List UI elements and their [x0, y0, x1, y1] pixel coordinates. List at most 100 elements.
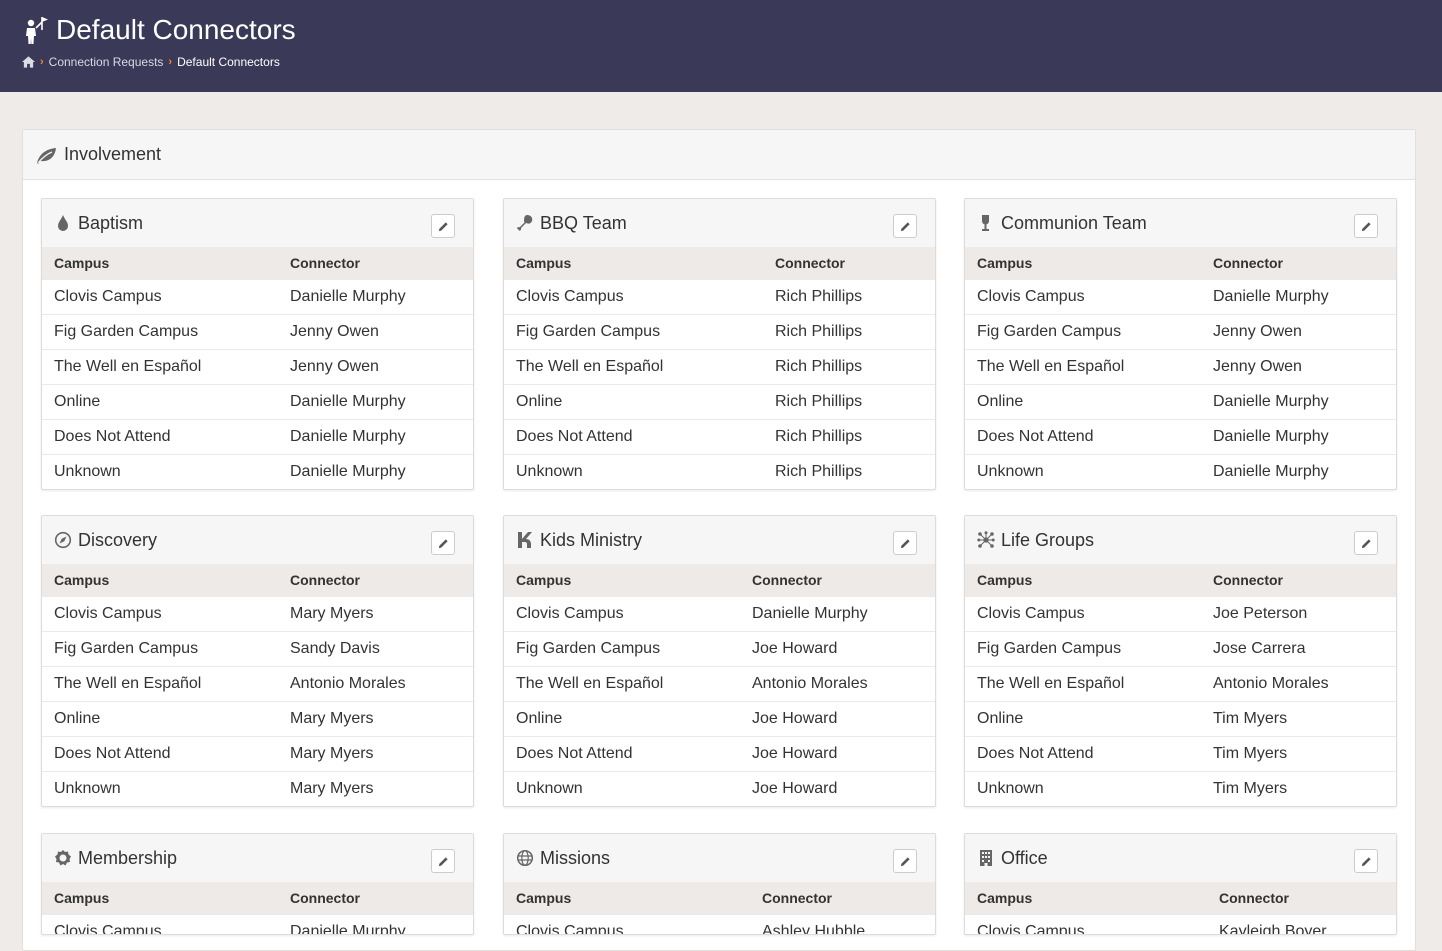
edit-button[interactable]: [1354, 849, 1378, 873]
page-title: Default Connectors: [56, 14, 296, 45]
connector-cell: Tim Myers: [1201, 735, 1396, 771]
connector-cell: Jenny Owen: [278, 348, 473, 384]
chevron-right-icon: ›: [40, 56, 44, 68]
table-row: Online Mary Myers: [42, 700, 473, 736]
connector-cell: Danielle Murphy: [278, 383, 473, 419]
campus-cell: Clovis Campus: [504, 278, 763, 314]
pencil-icon: [1361, 221, 1371, 231]
breadcrumb-default-connectors: Default Connectors: [177, 55, 280, 69]
column-header-connector: Connector: [763, 247, 935, 279]
card-header: Kids Ministry: [504, 516, 935, 564]
edit-button[interactable]: [893, 531, 917, 555]
card-title: Office: [1001, 847, 1048, 868]
campus-cell: Unknown: [965, 770, 1201, 806]
campus-cell: Clovis Campus: [965, 913, 1207, 934]
connector-cell: Danielle Murphy: [1201, 453, 1396, 489]
connector-cell: Antonio Morales: [278, 665, 473, 701]
edit-button[interactable]: [431, 849, 455, 873]
campus-cell: Fig Garden Campus: [504, 630, 740, 666]
breadcrumb: › Connection Requests › Default Connecto…: [22, 55, 280, 69]
connector-table: Campus Connector Clovis Campus Danielle M…: [965, 247, 1396, 489]
column-header-campus: Campus: [965, 882, 1207, 914]
campus-cell: Online: [42, 700, 278, 736]
campus-cell: Online: [504, 700, 740, 736]
table-row: Online Rich Phillips: [504, 383, 935, 419]
column-header-connector: Connector: [740, 564, 935, 596]
connector-cell: Tim Myers: [1201, 700, 1396, 736]
connector-table: Campus Connector Clovis Campus Rich Phill…: [504, 247, 935, 489]
connector-cell: Danielle Murphy: [1201, 383, 1396, 419]
campus-cell: The Well en Español: [965, 665, 1201, 701]
section-title: Involvement: [64, 144, 162, 164]
breadcrumb-connection-requests[interactable]: Connection Requests: [49, 55, 164, 69]
campus-cell: Does Not Attend: [504, 418, 763, 454]
column-header-connector: Connector: [278, 882, 473, 914]
connector-table: Campus Connector Clovis Campus Danielle M…: [504, 564, 935, 806]
edit-button[interactable]: [431, 214, 455, 238]
connector-cell: Joe Howard: [740, 770, 935, 806]
card-missions: Missions Campus Connector Clovis Campus A…: [503, 833, 936, 935]
campus-cell: Unknown: [504, 770, 740, 806]
edit-button[interactable]: [431, 531, 455, 555]
card-title: Missions: [540, 847, 611, 868]
home-icon[interactable]: [22, 56, 35, 68]
table-row: Fig Garden Campus Jose Carrera: [965, 630, 1396, 666]
table-row: Clovis Campus Joe Peterson: [965, 595, 1396, 631]
edit-button[interactable]: [1354, 214, 1378, 238]
connector-cell: Mary Myers: [278, 595, 473, 631]
connector-cell: Jose Carrera: [1201, 630, 1396, 666]
column-header-campus: Campus: [42, 247, 278, 279]
card-title: Discovery: [78, 529, 158, 550]
title-row: Default Connectors: [22, 14, 296, 46]
card-title: Kids Ministry: [540, 529, 643, 550]
connector-cell: Mary Myers: [278, 770, 473, 806]
column-header-connector: Connector: [278, 564, 473, 596]
table-row: Clovis Campus Danielle Murphy: [42, 278, 473, 314]
pencil-icon: [438, 856, 448, 866]
table-row: Clovis Campus Rich Phillips: [504, 278, 935, 314]
connector-cell: Rich Phillips: [763, 453, 935, 489]
table-row: The Well en Español Antonio Morales: [965, 665, 1396, 701]
wine-glass-icon: [977, 214, 995, 232]
edit-button[interactable]: [893, 849, 917, 873]
meat-leg-icon: [516, 214, 534, 232]
column-header-campus: Campus: [504, 564, 740, 596]
table-row: Unknown Tim Myers: [965, 770, 1396, 806]
card-title: Baptism: [78, 212, 144, 233]
connector-cell: Jenny Owen: [1201, 313, 1396, 349]
edit-button[interactable]: [893, 214, 917, 238]
campus-cell: Does Not Attend: [965, 735, 1201, 771]
connector-table: Campus Connector Clovis Campus Ashley Hub…: [504, 882, 935, 934]
table-row: Online Danielle Murphy: [42, 383, 473, 419]
connector-cell: Ashley Hubble: [750, 913, 935, 934]
connector-cell: Sandy Davis: [278, 630, 473, 666]
table-row: Fig Garden Campus Jenny Owen: [965, 313, 1396, 349]
pencil-icon: [438, 221, 448, 231]
edit-button[interactable]: [1354, 531, 1378, 555]
card-header: Membership: [42, 834, 473, 882]
connector-cell: Joe Howard: [740, 630, 935, 666]
connector-cell: Danielle Murphy: [1201, 278, 1396, 314]
card-membership: Membership Campus Connector Clovis Campu…: [41, 833, 474, 935]
pencil-icon: [1361, 538, 1371, 548]
card-discovery: Discovery Campus Connector Clovis Campus…: [41, 515, 474, 807]
campus-cell: The Well en Español: [504, 665, 740, 701]
campus-cell: Clovis Campus: [504, 913, 750, 934]
column-header-campus: Campus: [42, 564, 278, 596]
table-row: Does Not Attend Danielle Murphy: [965, 418, 1396, 454]
connector-cell: Jenny Owen: [1201, 348, 1396, 384]
campus-cell: Online: [504, 383, 763, 419]
column-header-connector: Connector: [750, 882, 935, 914]
connector-cell: Danielle Murphy: [278, 453, 473, 489]
connector-cell: Mary Myers: [278, 700, 473, 736]
campus-cell: The Well en Español: [965, 348, 1201, 384]
table-row: Online Tim Myers: [965, 700, 1396, 736]
connector-cell: Danielle Murphy: [278, 418, 473, 454]
table-row: Fig Garden Campus Sandy Davis: [42, 630, 473, 666]
table-row: Unknown Rich Phillips: [504, 453, 935, 489]
campus-cell: Clovis Campus: [42, 913, 278, 934]
table-row: Unknown Mary Myers: [42, 770, 473, 806]
table-row: Clovis Campus Danielle Murphy: [965, 278, 1396, 314]
campus-cell: Fig Garden Campus: [42, 313, 278, 349]
pencil-icon: [900, 856, 910, 866]
